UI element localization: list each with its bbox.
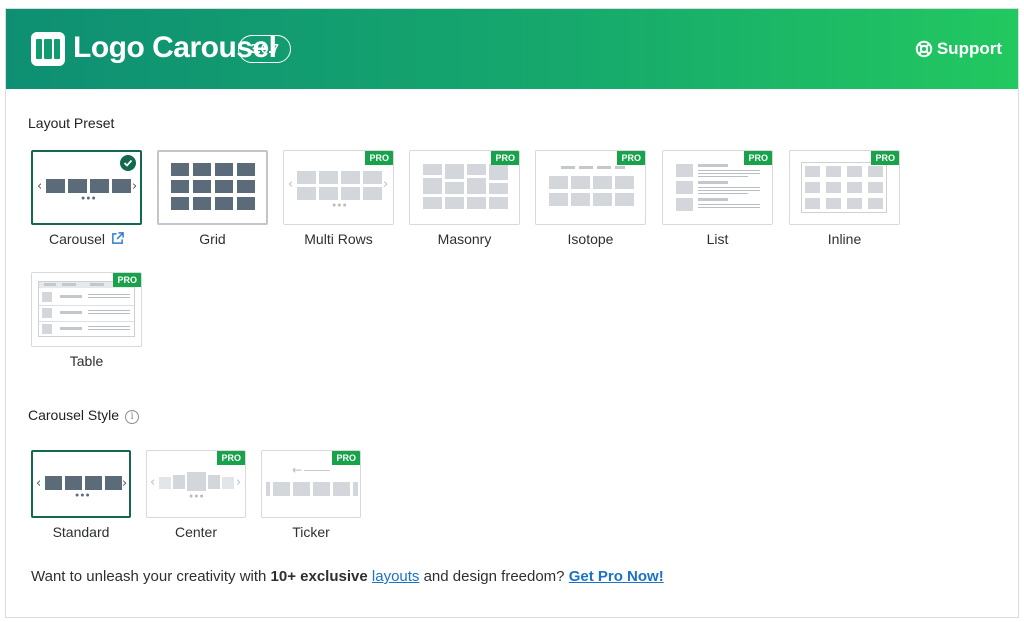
style-label-standard: Standard (52, 524, 110, 540)
layout-option-grid[interactable]: Grid (157, 150, 268, 247)
version-badge: 3.6.7 (238, 35, 291, 63)
pro-badge: PRO (744, 151, 772, 165)
layout-label-inline: Inline (827, 231, 862, 247)
pro-badge: PRO (217, 451, 245, 465)
carousel-style-ticker[interactable]: PRO ← Ticker (261, 450, 361, 540)
carousel-style-label: Carousel Style (28, 407, 120, 423)
layout-label-masonry: Masonry (437, 231, 492, 247)
footer-text-middle: and design freedom? (419, 568, 569, 585)
carousel-style-standard[interactable]: ‹ › ●●● Standard (31, 450, 131, 540)
pro-badge: PRO (491, 151, 519, 165)
layout-option-table[interactable]: PRO Table (31, 272, 142, 369)
layout-label-grid: Grid (199, 231, 226, 247)
layout-label-isotope: Isotope (567, 231, 614, 247)
style-label-ticker: Ticker (292, 524, 330, 540)
layouts-link[interactable]: layouts (372, 568, 420, 585)
support-link[interactable]: Support (915, 39, 1002, 59)
multi-rows-preview: PRO ‹ › ●●● (283, 150, 394, 225)
support-label: Support (936, 39, 1002, 58)
inline-preview: PRO (789, 150, 900, 225)
style-label-center: Center (174, 524, 218, 540)
selected-check-icon (120, 155, 136, 171)
standard-preview: ‹ › ●●● (31, 450, 131, 518)
info-icon[interactable]: i (125, 410, 140, 424)
get-pro-now-link[interactable]: Get Pro Now! (569, 568, 664, 585)
carousel-style-heading: Carousel Style i (28, 407, 140, 424)
layout-option-carousel[interactable]: ‹ › ●●● Carousel (31, 150, 142, 247)
list-preview: PRO (662, 150, 773, 225)
external-link-icon[interactable] (111, 232, 124, 245)
layout-option-isotope[interactable]: PRO Isotope (535, 150, 646, 247)
carousel-preview: ‹ › ●●● (31, 150, 142, 225)
layout-label-list: List (706, 231, 729, 247)
layout-label-carousel: Carousel (48, 231, 106, 247)
pro-badge: PRO (113, 273, 141, 287)
logo-carousel-icon (31, 32, 65, 66)
layout-label-table: Table (69, 353, 104, 369)
carousel-style-center[interactable]: PRO ‹ › ●●● Center (146, 450, 246, 540)
layout-option-multi-rows[interactable]: PRO ‹ › ●●● Multi Rows (283, 150, 394, 247)
layout-label-multi-rows: Multi Rows (304, 231, 373, 247)
ticker-preview: PRO ← (261, 450, 361, 518)
pro-badge: PRO (871, 151, 899, 165)
pro-badge: PRO (332, 451, 360, 465)
layout-preset-heading: Layout Preset (28, 115, 115, 131)
lifebuoy-icon (915, 40, 933, 58)
grid-preview (157, 150, 268, 225)
isotope-preview: PRO (535, 150, 646, 225)
layout-option-list[interactable]: PRO List (662, 150, 773, 247)
layout-option-inline[interactable]: PRO Inline (789, 150, 900, 247)
footer-text-before: Want to unleash your creativity with (31, 568, 271, 585)
footer-bold-text: 10+ exclusive (270, 568, 368, 585)
header-bar: Logo Carousel 3.6.7 Support (6, 9, 1018, 89)
upgrade-prompt: Want to unleash your creativity with 10+… (31, 568, 664, 585)
masonry-preview: PRO (409, 150, 520, 225)
pro-badge: PRO (617, 151, 645, 165)
layout-option-masonry[interactable]: PRO Masonry (409, 150, 520, 247)
pro-badge: PRO (365, 151, 393, 165)
table-preview: PRO (31, 272, 142, 347)
center-preview: PRO ‹ › ●●● (146, 450, 246, 518)
logo-carousel-settings-panel: Logo Carousel 3.6.7 Support Layout Prese… (5, 8, 1019, 618)
